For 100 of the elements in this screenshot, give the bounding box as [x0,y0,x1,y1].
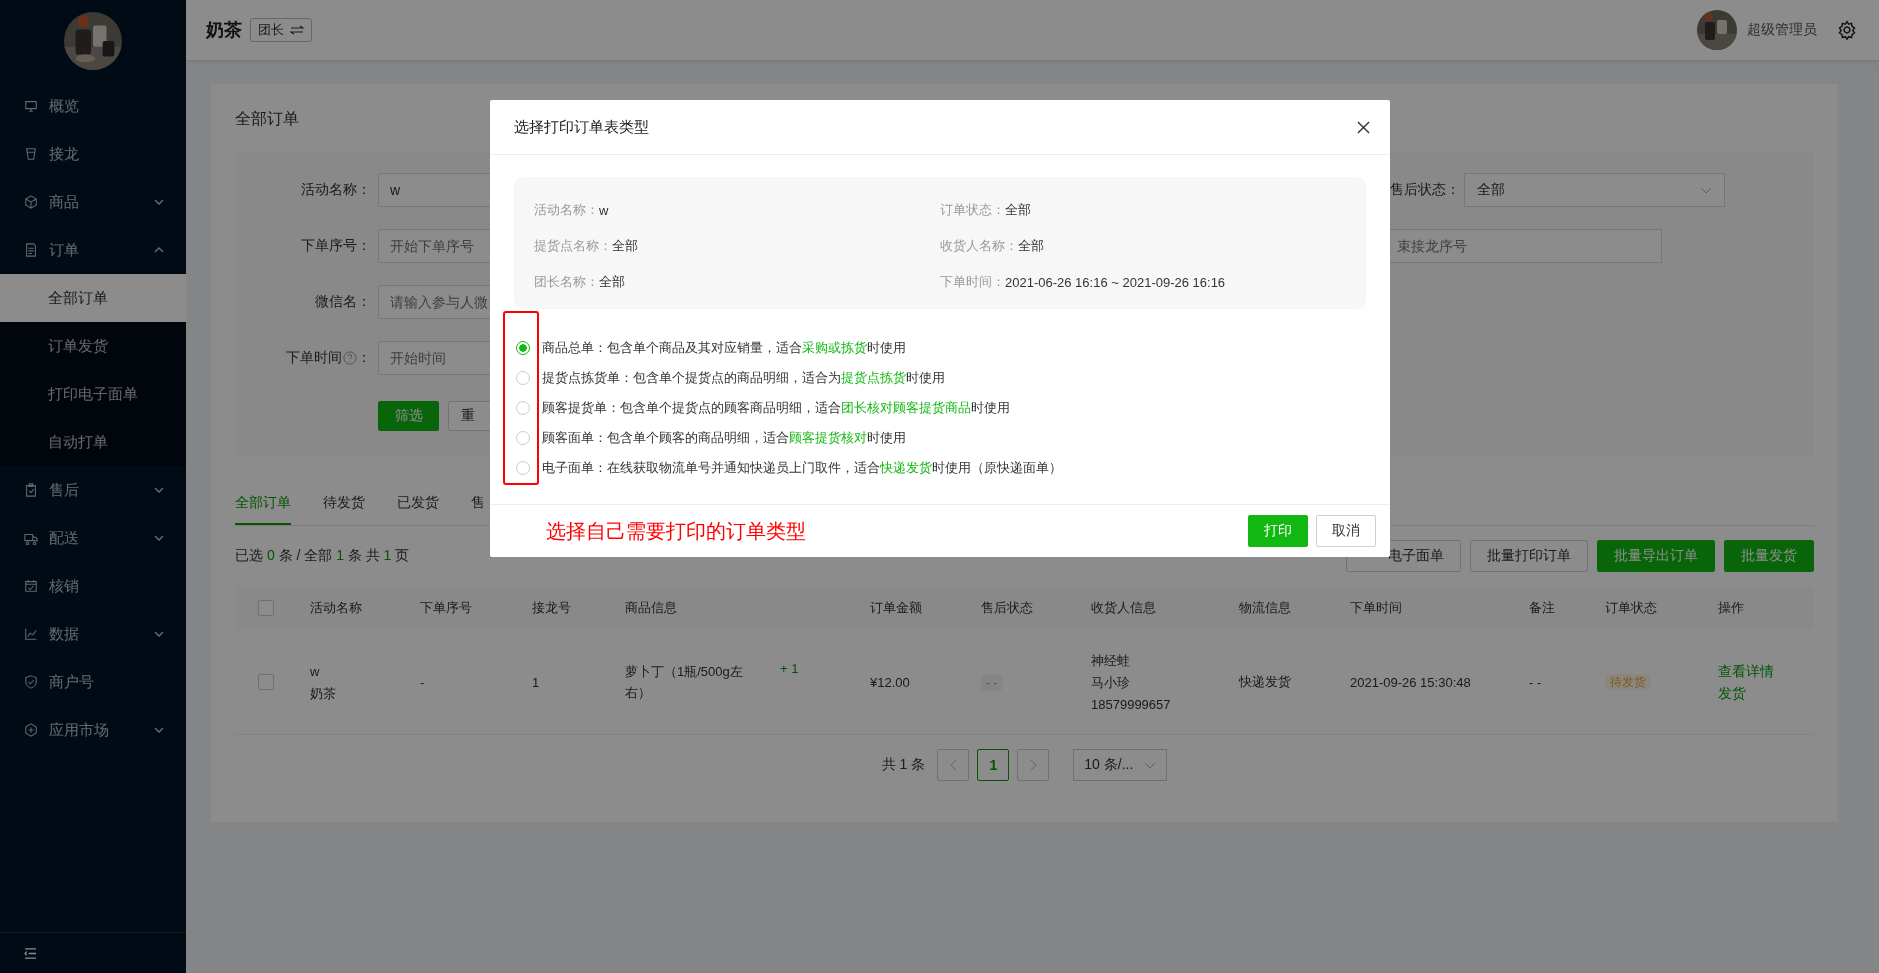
table-cell: - [420,674,425,690]
checkbox[interactable] [258,600,274,616]
column-header: 订单状态 [1605,599,1658,617]
checkbox[interactable] [258,674,274,690]
field-label: 下单序号： [301,237,371,255]
sidebar-item[interactable]: 商户号 [0,658,186,706]
page-title: 全部订单 [235,109,299,129]
sidebar-item[interactable]: 配送 [0,514,186,562]
selection-summary: 已选 0 条 / 全部 1 条 共 1 页 [235,547,410,565]
table-cell: - - [1529,674,1542,690]
info-value: 全部 [1018,237,1044,255]
table-cell: 快递发货 [1239,674,1291,689]
option-label: 商品总单：包含单个商品及其对应销量，适合采购或拣货时使用 [542,339,906,357]
row-link[interactable]: 查看详情 [1718,661,1814,681]
action-button[interactable]: 批量打印订单 [1470,540,1588,572]
column-header: 物流信息 [1239,599,1292,617]
field-label: 下单时间 [286,349,342,367]
sidebar-item[interactable]: 接龙 [0,130,186,178]
monitor-icon [24,99,38,113]
hexagon-icon [24,723,38,737]
radio-button[interactable] [516,401,530,415]
status-tag: - - [981,674,1003,691]
page-button[interactable]: 1 [977,749,1010,781]
previous-page-button[interactable] [937,749,970,781]
radio-button[interactable] [516,431,530,445]
next-page-button[interactable] [1017,749,1050,781]
tab[interactable]: 全部订单 [235,487,291,525]
dialog-title: 选择打印订单表类型 [514,117,650,137]
shop-name: 奶茶 [206,19,242,42]
table-cell-text: 马小珍 [1091,673,1131,692]
info-label: 收货人名称： [940,237,1018,255]
tab[interactable]: 待发货 [323,487,365,525]
column-header: 商品信息 [625,599,678,617]
menu-icon[interactable] [24,947,37,959]
field-label: 微信名： [315,293,371,311]
table-cell-text: 奶茶 [310,684,337,703]
info-value: 全部 [1005,201,1031,219]
sidebar-item[interactable]: 售后 [0,466,186,514]
settings-icon[interactable] [1837,20,1857,40]
tab[interactable]: 售 [471,487,485,525]
close-icon[interactable] [1357,120,1370,134]
info-value: 2021-06-26 16:16 ~ 2021-09-26 16:16 [1005,274,1226,290]
info-value: 全部 [612,237,638,255]
sidebar-subitem[interactable]: 全部订单 [0,274,186,322]
sidebar-subitem[interactable]: 打印电子面单 [0,370,186,418]
annotation-text: 选择自己需要打印的订单类型 [546,518,806,544]
column-header: 收货人信息 [1091,599,1157,617]
sidebar-subitem[interactable]: 订单发货 [0,322,186,370]
chevron-icon [1144,761,1157,769]
page-size-select[interactable]: 10 条/... [1073,749,1168,781]
dialog-button[interactable]: 打印 [1248,515,1308,547]
cup-icon [24,147,38,161]
sidebar-item[interactable]: 订单 [0,226,186,274]
calendar-icon [24,579,38,593]
chevron-icon [154,199,164,205]
sidebar-item[interactable]: 商品 [0,178,186,226]
info-value: w [599,202,609,218]
info-label: 订单状态： [940,201,1005,219]
field-label: 售后状态： [1390,181,1460,199]
sidebar-item[interactable]: 概览 [0,82,186,130]
label-colon: ： [357,349,371,367]
column-header: 售后状态 [981,599,1034,617]
chevron-right-icon [1029,759,1037,771]
action-button[interactable]: 批量发货 [1724,540,1814,572]
document-icon [24,243,38,257]
shield-icon [24,675,38,689]
option-label: 电子面单：在线获取物流单号并通知快递员上门取件，适合快递发货时使用（原快递面单） [542,459,1062,477]
chart-icon [24,627,38,641]
sidebar-subitem[interactable]: 自动打单 [0,418,186,466]
dialog-button[interactable]: 取消 [1316,515,1376,547]
column-header: 下单序号 [420,599,473,617]
filter-button[interactable]: 筛选 [378,401,439,431]
info-label: 团长名称： [534,273,599,291]
column-header: 接龙号 [532,599,572,617]
row-link[interactable]: 发货 [1718,683,1814,703]
quantity: + 1 [780,661,799,676]
radio-button[interactable] [516,461,530,475]
option-label: 提货点拣货单：包含单个提货点的商品明细，适合为提货点拣货时使用 [542,369,945,387]
swap-icon [290,25,304,35]
clipboard-icon [24,483,38,497]
radio-button[interactable] [516,341,530,355]
table-cell-text: w [310,662,321,681]
option-label: 顾客面单：包含单个顾客的商品明细，适合顾客提货核对时使用 [542,429,906,447]
column-header: 操作 [1718,599,1745,617]
help-icon[interactable] [343,351,357,365]
product-name: 萝卜丁（1瓶/500g左右） [625,663,744,702]
field-label: 活动名称： [301,181,371,199]
role-button[interactable]: 团长 [250,18,312,42]
table-cell: 2021-09-26 15:30:48 [1350,674,1471,690]
table-cell: ¥12.00 [870,674,910,690]
user-name[interactable]: 超级管理员 [1747,21,1817,39]
action-button[interactable]: 批量导出订单 [1597,540,1715,572]
select-field[interactable]: 全部 [1464,173,1725,207]
sidebar-item[interactable]: 核销 [0,562,186,610]
radio-button[interactable] [516,371,530,385]
chevron-icon [154,535,164,541]
tab[interactable]: 已发货 [397,487,439,525]
sidebar-item[interactable]: 应用市场 [0,706,186,754]
chevron-icon [154,487,164,493]
sidebar-item[interactable]: 数据 [0,610,186,658]
